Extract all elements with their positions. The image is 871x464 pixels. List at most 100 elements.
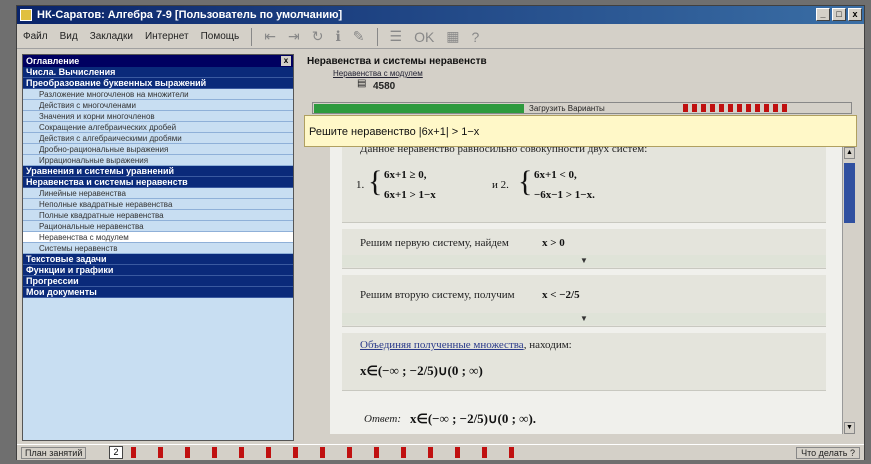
marker[interactable] — [773, 104, 778, 112]
menu-internet[interactable]: Интернет — [139, 31, 195, 42]
scroll-up-icon[interactable]: ▲ — [844, 147, 855, 159]
toc-section[interactable]: Неравенства и системы неравенств — [23, 177, 293, 188]
toc-item[interactable]: Неполные квадратные неравенства — [23, 199, 293, 210]
marker[interactable] — [482, 447, 487, 458]
marker[interactable] — [701, 104, 706, 112]
task-number: 4580 — [373, 81, 396, 92]
solution-area: Данное неравенство равносильно совокупно… — [330, 147, 842, 434]
refresh-icon[interactable]: ↻ — [306, 28, 330, 45]
marker[interactable] — [755, 104, 760, 112]
marker[interactable] — [293, 447, 298, 458]
step1-text: Решим первую систему, найдем — [360, 237, 509, 249]
section-title: Неравенства и системы неравенств — [307, 56, 487, 67]
system1-line2: 6x+1 > 1−x — [384, 189, 436, 201]
menu-view[interactable]: Вид — [54, 31, 84, 42]
app-window: НК-Саратов: Алгебра 7-9 [Пользователь по… — [16, 5, 865, 460]
toc-section[interactable]: Прогрессии — [23, 276, 293, 287]
union-link[interactable]: Объединяя полученные множества — [360, 339, 524, 351]
info-icon[interactable]: ℹ — [329, 28, 346, 45]
forward-icon[interactable]: ⇥ — [282, 28, 306, 45]
edit-icon[interactable]: ✎ — [347, 28, 371, 45]
breadcrumb-link[interactable]: Неравенства с модулем — [333, 69, 423, 78]
marker[interactable] — [239, 447, 244, 458]
marker[interactable] — [401, 447, 406, 458]
marker[interactable] — [692, 104, 697, 112]
toc-item[interactable]: Действия с алгебраическими дробями — [23, 133, 293, 144]
expand-icon[interactable]: ▼ — [342, 313, 826, 325]
toc-close-button[interactable]: x — [281, 56, 291, 66]
expand-icon[interactable]: ▼ — [342, 255, 826, 267]
marker[interactable] — [428, 447, 433, 458]
marker[interactable] — [374, 447, 379, 458]
marker[interactable] — [455, 447, 460, 458]
toc-item[interactable]: Полные квадратные неравенства — [23, 210, 293, 221]
and-label: и 2. — [492, 179, 509, 191]
toc-section[interactable]: Текстовые задачи — [23, 254, 293, 265]
minimize-button[interactable]: _ — [816, 8, 830, 21]
maximize-button[interactable]: □ — [832, 8, 846, 21]
marker[interactable] — [320, 447, 325, 458]
marker[interactable] — [710, 104, 715, 112]
close-button[interactable]: x — [848, 8, 862, 21]
marker[interactable] — [782, 104, 787, 112]
marker[interactable] — [347, 447, 352, 458]
toc-section[interactable]: Уравнения и системы уравнений — [23, 166, 293, 177]
back-icon[interactable]: ⇤ — [258, 28, 282, 45]
toolbar-separator — [251, 27, 253, 46]
vertical-scrollbar[interactable]: ▲ ▼ — [842, 147, 856, 434]
scroll-thumb[interactable] — [844, 163, 855, 223]
help-icon[interactable]: ? — [466, 29, 486, 45]
marker[interactable] — [158, 447, 163, 458]
marker[interactable] — [764, 104, 769, 112]
toc-item[interactable]: Рациональные неравенства — [23, 221, 293, 232]
marker[interactable] — [185, 447, 190, 458]
list-icon[interactable]: ☰ — [384, 28, 409, 45]
marker[interactable] — [728, 104, 733, 112]
ok-button[interactable]: OK — [408, 29, 440, 45]
toc-item[interactable]: Иррациональные выражения — [23, 155, 293, 166]
step3-text: Объединяя полученные множества, находим: — [360, 339, 572, 351]
scroll-down-icon[interactable]: ▼ — [844, 422, 855, 434]
task-icon: ▤ — [357, 78, 367, 89]
task-markers — [131, 447, 514, 458]
current-task-number[interactable]: 2 — [109, 446, 123, 459]
toc-section[interactable]: Числа. Вычисления — [23, 67, 293, 78]
window-title: НК-Саратов: Алгебра 7-9 [Пользователь по… — [37, 9, 343, 21]
intro-text: Данное неравенство равносильно совокупно… — [360, 147, 648, 155]
marker[interactable] — [266, 447, 271, 458]
menu-file[interactable]: Файл — [17, 31, 54, 42]
step1-result: x > 0 — [542, 237, 565, 249]
toc-item-active[interactable]: Неравенства с модулем — [23, 232, 293, 243]
marker[interactable] — [683, 104, 688, 112]
toc-item[interactable]: Линейные неравенства — [23, 188, 293, 199]
variant-markers — [683, 104, 787, 112]
marker[interactable] — [746, 104, 751, 112]
toc-item[interactable]: Сокращение алгебраических дробей — [23, 122, 293, 133]
marker[interactable] — [719, 104, 724, 112]
solution-step-4: Объединяя полученные множества, находим:… — [342, 333, 826, 391]
menu-bar: Файл Вид Закладки Интернет Помощь ⇤ ⇥ ↻ … — [17, 25, 864, 49]
calculator-icon[interactable]: ▦ — [440, 28, 465, 45]
solution-step-1: Данное неравенство равносильно совокупно… — [342, 147, 826, 223]
what-to-do-button[interactable]: Что делать ? — [796, 447, 860, 459]
toc-section[interactable]: Мои документы — [23, 287, 293, 298]
toc-section[interactable]: Преобразование буквенных выражений — [23, 78, 293, 89]
menu-help[interactable]: Помощь — [195, 31, 246, 42]
step2-text: Решим вторую систему, получим — [360, 289, 515, 301]
toc-item[interactable]: Значения и корни многочленов — [23, 111, 293, 122]
toc-item[interactable]: Системы неравенств — [23, 243, 293, 254]
toc-item[interactable]: Разложение многочленов на множители — [23, 89, 293, 100]
toc-item[interactable]: Дробно-рациональные выражения — [23, 144, 293, 155]
marker[interactable] — [509, 447, 514, 458]
toc-section[interactable]: Функции и графики — [23, 265, 293, 276]
lesson-plan-button[interactable]: План занятий — [21, 447, 87, 459]
task-toolbar-label[interactable]: Загрузить Варианты — [529, 103, 605, 114]
marker[interactable] — [131, 447, 136, 458]
solution-step-2: Решим первую систему, найдем x > 0 ▼ — [342, 229, 826, 269]
brace-icon: { — [368, 165, 383, 198]
marker[interactable] — [737, 104, 742, 112]
menu-bookmarks[interactable]: Закладки — [84, 31, 139, 42]
status-bar: План занятий 2 Что делать ? — [17, 444, 864, 460]
marker[interactable] — [212, 447, 217, 458]
toc-item[interactable]: Действия с многочленами — [23, 100, 293, 111]
